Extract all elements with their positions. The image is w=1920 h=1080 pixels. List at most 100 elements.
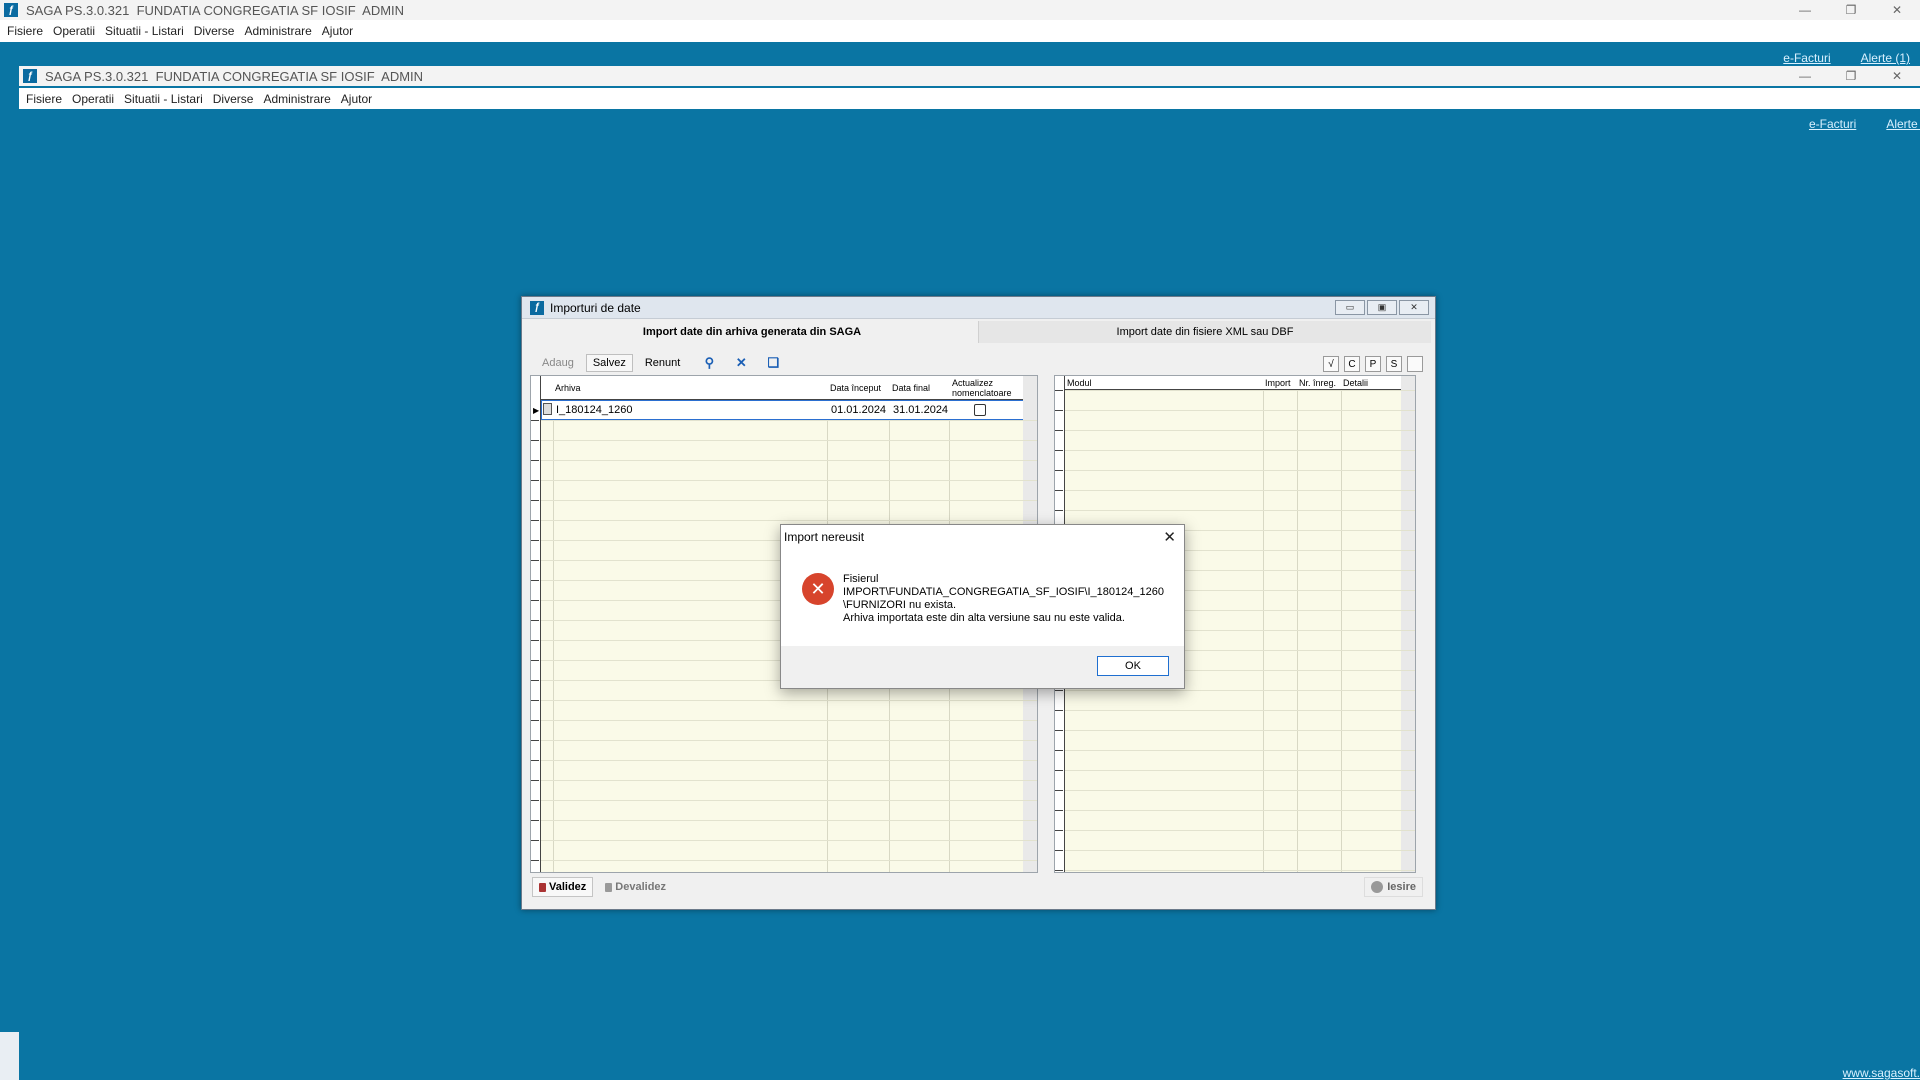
excel-icon[interactable]: ✕ (732, 355, 750, 371)
efacturi-link[interactable]: e-Facturi (1809, 117, 1856, 131)
c-button[interactable]: C (1344, 356, 1360, 372)
grid-row-line (541, 720, 1037, 721)
col-actualizez[interactable]: Actualizez nomenclatoare (950, 376, 1016, 400)
close-icon[interactable]: ✕ (1874, 66, 1920, 86)
menu-diverse[interactable]: Diverse (189, 24, 240, 38)
col-modul[interactable]: Modul (1065, 376, 1225, 390)
alerte-link[interactable]: Alerte ( (1886, 117, 1920, 131)
cell-arhiva[interactable]: I_180124_1260 (553, 400, 823, 420)
grid-row-line (541, 840, 1037, 841)
validez-button[interactable]: Validez (532, 877, 594, 897)
tab-import-xml-dbf[interactable]: Import date din fisiere XML sau DBF (978, 321, 1431, 343)
row-tick (531, 440, 539, 441)
binoculars-icon[interactable]: ⚲ (700, 355, 718, 371)
check-button[interactable]: √ (1323, 356, 1339, 372)
restore-icon[interactable]: ❐ (1828, 66, 1874, 86)
taskbar-stub (0, 1032, 19, 1080)
col-import[interactable]: Import (1263, 376, 1297, 390)
lock-icon (605, 882, 613, 892)
adaug-button[interactable]: Adaug (536, 355, 580, 371)
menu-situatii[interactable]: Situatii - Listari (100, 24, 189, 38)
alerte-link[interactable]: Alerte (1) (1861, 51, 1910, 65)
col-nr-inreg[interactable]: Nr. înreg. (1297, 376, 1341, 390)
validez-label: Validez (549, 881, 587, 893)
cell-data-final[interactable]: 31.01.2024 (890, 400, 948, 420)
row-tick (531, 720, 539, 721)
row-tick (531, 740, 539, 741)
menu-diverse[interactable]: Diverse (208, 92, 259, 106)
grid-row-line (1065, 850, 1415, 851)
renunt-button[interactable]: Renunt (639, 355, 686, 371)
menu-operatii[interactable]: Operatii (67, 92, 119, 106)
minimize-icon[interactable]: — (1782, 0, 1828, 20)
grid-row-line (541, 480, 1037, 481)
col-detalii[interactable]: Detalii (1341, 376, 1391, 390)
ok-button[interactable]: OK (1097, 656, 1169, 676)
menu-administrare[interactable]: Administrare (239, 24, 316, 38)
devalidez-button[interactable]: Devalidez (599, 877, 672, 897)
grid-row-line (541, 860, 1037, 861)
grid-header: Arhiva Data început Data final Actualize… (531, 376, 1025, 400)
col-data-inceput[interactable]: Data început (828, 376, 890, 400)
menu-administrare[interactable]: Administrare (258, 92, 335, 106)
close-icon[interactable]: ✕ (1399, 300, 1429, 315)
grid-row-line (1065, 690, 1415, 691)
grid-row-line (1065, 810, 1415, 811)
sagasoft-link[interactable]: www.sagasoft. (1843, 1066, 1920, 1080)
error-icon: ✕ (802, 573, 834, 605)
row-tick (531, 480, 539, 481)
col-arhiva[interactable]: Arhiva (553, 376, 833, 400)
row-tick (531, 600, 539, 601)
row-tick (1055, 690, 1063, 691)
close-icon[interactable]: ✕ (1874, 0, 1920, 20)
s-button[interactable]: S (1386, 356, 1402, 372)
inner-menu-bar: Fisiere Operatii Situatii - Listari Dive… (19, 88, 1920, 109)
row-tick (531, 540, 539, 541)
message-title: Import nereusit (784, 530, 865, 544)
minimize-icon[interactable]: ▭ (1335, 300, 1365, 315)
salvez-button[interactable]: Salvez (585, 354, 633, 372)
maximize-icon[interactable]: ▣ (1367, 300, 1397, 315)
grid-row-line (1065, 730, 1415, 731)
outer-window-title: SAGA PS.3.0.321 FUNDATIA CONGREGATIA SF … (26, 2, 405, 18)
blank-button[interactable] (1407, 356, 1423, 372)
menu-operatii[interactable]: Operatii (48, 24, 100, 38)
menu-ajutor[interactable]: Ajutor (317, 24, 358, 38)
iesire-button[interactable]: Iesire (1364, 877, 1423, 897)
grid-row-line (541, 440, 1037, 441)
row-tick (1055, 390, 1063, 391)
row-tick (1055, 490, 1063, 491)
grid-row-line (1065, 770, 1415, 771)
efacturi-link[interactable]: e-Facturi (1783, 51, 1830, 65)
row-tick (531, 580, 539, 581)
col-data-final[interactable]: Data final (890, 376, 950, 400)
row-tick (531, 800, 539, 801)
grid-row-line (1065, 750, 1415, 751)
tab-strip: Import date din arhiva generata din SAGA… (526, 321, 1431, 343)
devalidez-label: Devalidez (615, 881, 667, 893)
menu-ajutor[interactable]: Ajutor (336, 92, 377, 106)
grid-row-line (541, 700, 1037, 701)
menu-situatii[interactable]: Situatii - Listari (119, 92, 208, 106)
saga-logo-icon: ƒ (4, 3, 18, 17)
row-tick (1055, 450, 1063, 451)
dialog-toolbar: Adaug Salvez Renunt ⚲ ✕ ❏ (536, 354, 782, 372)
p-button[interactable]: P (1365, 356, 1381, 372)
grid-row-line (1065, 490, 1415, 491)
row-tick (1055, 410, 1063, 411)
row-tick (1055, 870, 1063, 871)
minimize-icon[interactable]: — (1782, 66, 1828, 86)
restore-icon[interactable]: ❐ (1828, 0, 1874, 20)
copy-icon[interactable]: ❏ (764, 355, 782, 371)
menu-fisiere[interactable]: Fisiere (2, 24, 48, 38)
row-tick (1055, 770, 1063, 771)
row-tick (1055, 730, 1063, 731)
close-icon[interactable]: ✕ (1163, 528, 1176, 546)
menu-fisiere[interactable]: Fisiere (21, 92, 67, 106)
cell-actualizez[interactable] (971, 400, 991, 420)
row-tick (1055, 810, 1063, 811)
tab-import-arhiva[interactable]: Import date din arhiva generata din SAGA (526, 321, 978, 343)
grid-header: Modul Import Nr. înreg. Detalii (1055, 376, 1405, 390)
actualizez-checkbox[interactable] (974, 404, 986, 416)
cell-data-inceput[interactable]: 01.01.2024 (828, 400, 888, 420)
